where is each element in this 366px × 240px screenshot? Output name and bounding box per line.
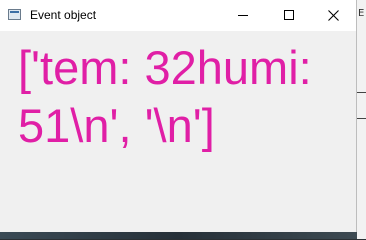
- close-icon: [328, 10, 339, 21]
- background-divider: [357, 92, 366, 93]
- output-line-2: 51\n', '\n']: [18, 99, 215, 152]
- background-window-edge: E: [357, 0, 366, 239]
- background-window-glyph: E: [358, 8, 365, 19]
- close-button[interactable]: [311, 0, 356, 31]
- desktop-background: [0, 232, 357, 239]
- app-window-icon: [8, 9, 21, 20]
- event-object-window: Event object ['tem: 32humi: 51\n', '\n']: [0, 0, 357, 232]
- maximize-icon: [284, 10, 294, 20]
- output-line-1: ['tem: 32humi:: [18, 41, 312, 94]
- background-divider: [357, 118, 366, 119]
- window-title: Event object: [30, 8, 97, 22]
- event-output-label: ['tem: 32humi: 51\n', '\n']: [18, 39, 353, 155]
- window-content: ['tem: 32humi: 51\n', '\n']: [0, 31, 356, 232]
- minimize-button[interactable]: [221, 0, 266, 31]
- title-bar[interactable]: Event object: [0, 0, 356, 31]
- minimize-icon: [238, 15, 248, 16]
- maximize-button[interactable]: [266, 0, 311, 31]
